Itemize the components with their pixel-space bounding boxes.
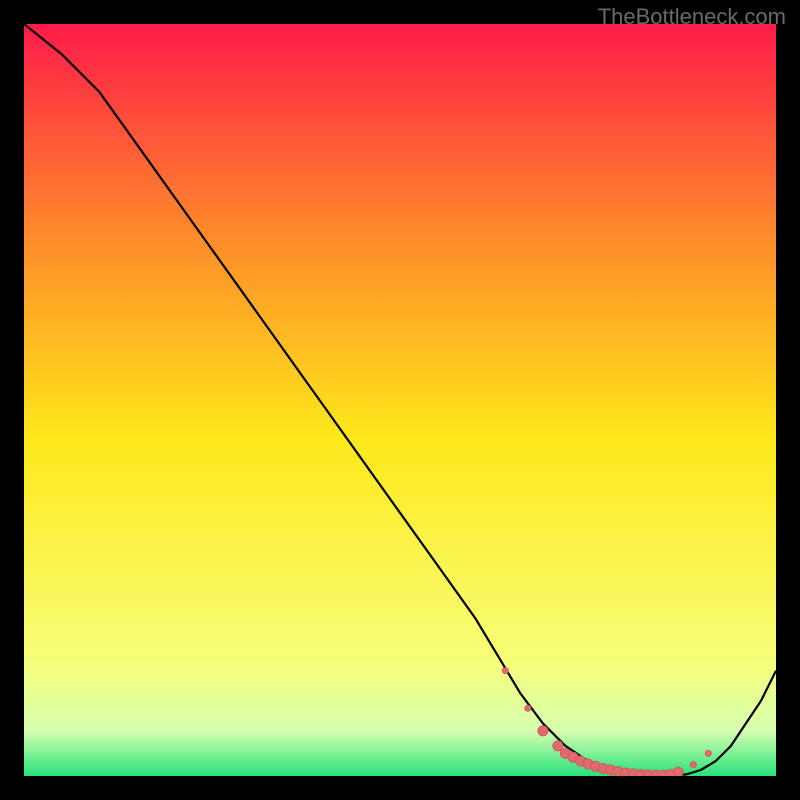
- chart-frame: TheBottleneck.com: [0, 0, 800, 800]
- highlight-dot: [538, 726, 548, 736]
- highlight-dot: [553, 741, 563, 751]
- highlight-dot: [525, 705, 531, 711]
- chart-svg: [24, 24, 776, 776]
- gradient-background: [24, 24, 776, 776]
- highlight-dot: [673, 767, 683, 776]
- highlight-dot: [502, 668, 508, 674]
- watermark-text: TheBottleneck.com: [598, 4, 786, 30]
- plot-area: [24, 24, 776, 776]
- highlight-dot: [690, 762, 696, 768]
- highlight-dot: [705, 750, 711, 756]
